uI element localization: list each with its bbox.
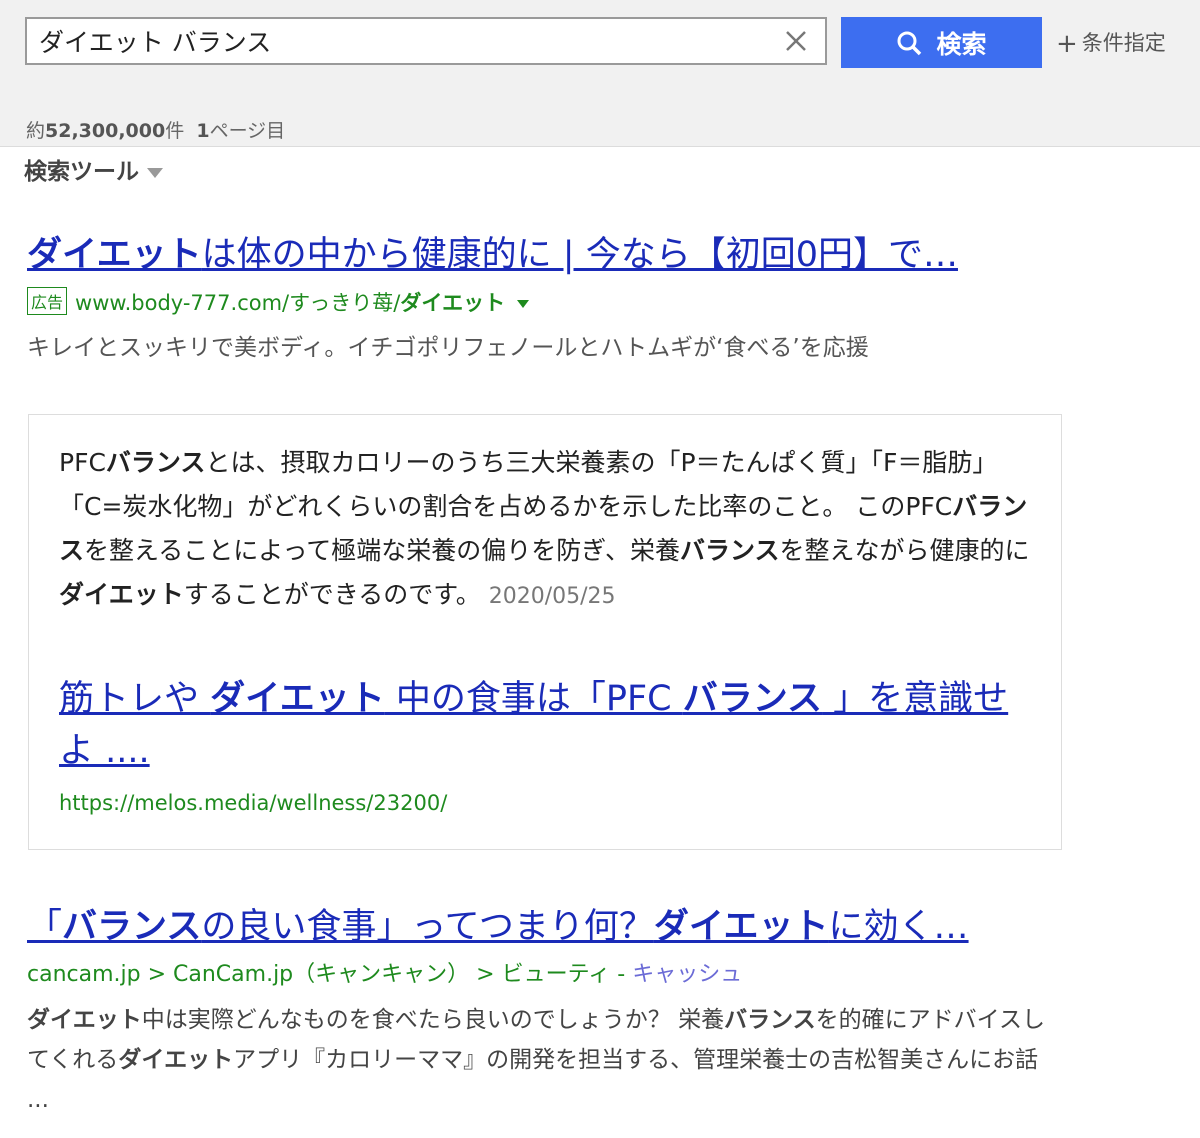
- title-text: は体の中から健康的に | 今なら【初回0円】で…: [201, 235, 958, 275]
- link-highlight: ダイエット: [210, 679, 385, 719]
- ad-result-title[interactable]: ダイエットは体の中から健康的に | 今なら【初回0円】で…: [27, 226, 958, 277]
- condition-link[interactable]: + 条件指定: [1056, 27, 1166, 59]
- snippet-text: PFC: [59, 448, 106, 477]
- search-icon: [897, 31, 922, 55]
- link-text: 筋トレや: [59, 679, 211, 719]
- caret-down-icon: [147, 167, 163, 178]
- desc-highlight: ダイエット: [27, 1007, 142, 1033]
- page-number: 1: [196, 120, 210, 142]
- result-count: 約52,300,000件 1ページ目: [26, 116, 285, 143]
- count-prefix: 約: [26, 120, 46, 142]
- search-box[interactable]: [25, 17, 827, 65]
- featured-snippet-text: PFCバランスとは、摂取カロリーのうち三大栄養素の「P＝たんぱく質」「F＝脂肪」…: [59, 441, 1034, 619]
- search-tools-toggle[interactable]: 検索ツール: [24, 152, 163, 186]
- ad-url-line[interactable]: 広告 www.body-777.com/すっきり苺/ダイエット: [27, 287, 530, 317]
- ad-url: www.body-777.com/すっきり苺/: [75, 291, 401, 315]
- snippet-highlight: バランス: [680, 536, 780, 565]
- ad-description: キレイとスッキリで美ボディ。イチゴポリフェノールとハトムギが‘食べる’を応援: [27, 335, 869, 361]
- link-highlight: バランス: [682, 679, 823, 719]
- condition-label: 条件指定: [1081, 31, 1166, 55]
- featured-snippet: PFCバランスとは、摂取カロリーのうち三大栄養素の「P＝たんぱく質」「F＝脂肪」…: [28, 414, 1062, 850]
- search-tools-label: 検索ツール: [24, 159, 139, 185]
- search-header: 検索 +条件指定 約52,300,000件 1ページ目: [0, 0, 1200, 147]
- ad-url-bold: ダイエット: [400, 291, 506, 315]
- desc-highlight: ダイエット: [118, 1047, 234, 1073]
- featured-snippet-url[interactable]: https://melos.media/wellness/23200/: [59, 791, 447, 815]
- count-suffix: 件: [165, 120, 185, 142]
- page-suffix: ページ目: [209, 120, 286, 142]
- result-description: ダイエット中は実際どんなものを食べたら良いのでしょうか？ 栄養バランスを的確にア…: [27, 1000, 1067, 1120]
- close-icon[interactable]: [783, 28, 809, 54]
- search-button[interactable]: 検索: [841, 17, 1042, 68]
- title-highlight: バランス: [62, 907, 202, 947]
- result-title[interactable]: 「バランスの良い食事」ってつまり何？ダイエットに効く…: [27, 898, 969, 949]
- snippet-text: を整えながら健康的に: [779, 536, 1030, 565]
- snippet-highlight: バランス: [105, 448, 206, 477]
- title-highlight: ダイエット: [653, 907, 829, 947]
- snippet-highlight: ダイエット: [59, 580, 184, 609]
- plus-icon: +: [1056, 29, 1078, 59]
- title-text: 「: [27, 907, 63, 947]
- title-text: に効く…: [828, 907, 969, 947]
- ad-badge: 広告: [27, 287, 68, 315]
- result-breadcrumb: cancam.jp > CanCam.jp（キャンキャン） > ビューティ - …: [27, 962, 743, 987]
- caret-down-icon[interactable]: [517, 300, 530, 308]
- snippet-text: することができるのです。: [183, 580, 481, 609]
- snippet-date: 2020/05/25: [488, 584, 616, 609]
- breadcrumb-text[interactable]: cancam.jp > CanCam.jp（キャンキャン） > ビューティ: [27, 962, 610, 987]
- count-value: 52,300,000: [45, 120, 166, 142]
- title-text: の良い食事」ってつまり何？: [201, 907, 654, 947]
- cache-link[interactable]: キャッシュ: [632, 962, 742, 987]
- featured-snippet-link[interactable]: 筋トレや ダイエット 中の食事は「PFC バランス 」を意識せよ ....: [59, 673, 1034, 777]
- link-text: 中の食事は「PFC: [384, 679, 683, 719]
- search-input[interactable]: [39, 19, 769, 63]
- desc-highlight: バランス: [724, 1007, 816, 1033]
- snippet-text: を整えることによって極端な栄養の偏りを防ぎ、栄養: [84, 536, 681, 565]
- title-highlight: ダイエット: [27, 235, 202, 275]
- search-button-label: 検索: [936, 29, 987, 59]
- desc-text: 中は実際どんなものを食べたら良いのでしょうか？ 栄養: [141, 1007, 725, 1033]
